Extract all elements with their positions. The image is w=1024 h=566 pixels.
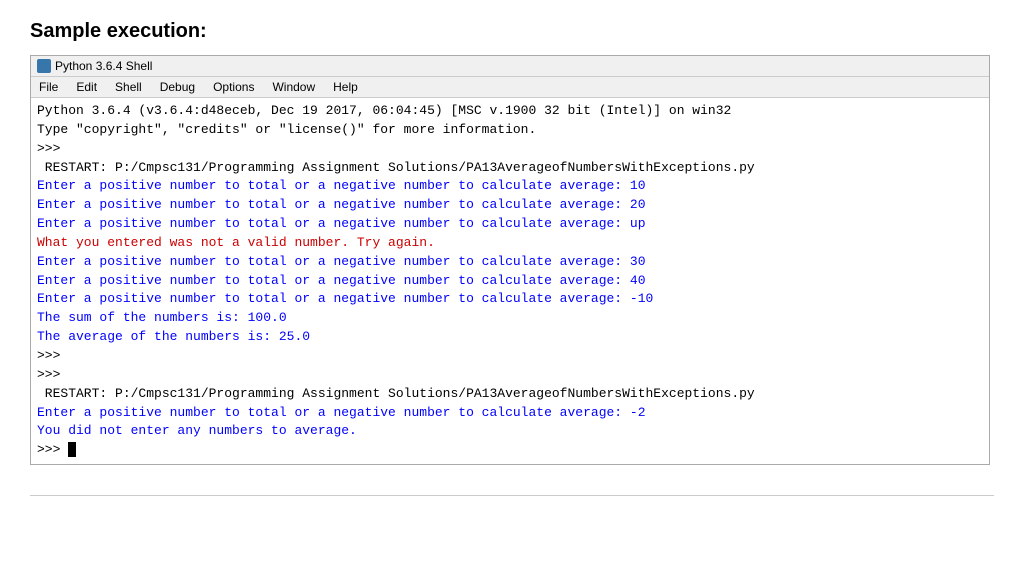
menu-help[interactable]: Help (331, 79, 360, 95)
shell-line: >>> (37, 347, 983, 366)
shell-content[interactable]: Python 3.6.4 (v3.6.4:d48eceb, Dec 19 201… (31, 98, 989, 464)
shell-line: RESTART: P:/Cmpsc131/Programming Assignm… (37, 159, 983, 178)
shell-line: The average of the numbers is: 25.0 (37, 328, 983, 347)
shell-line: The sum of the numbers is: 100.0 (37, 309, 983, 328)
menu-file[interactable]: File (37, 79, 60, 95)
menu-options[interactable]: Options (211, 79, 256, 95)
shell-window: Python 3.6.4 Shell File Edit Shell Debug… (30, 55, 990, 465)
section-heading: Sample execution: (30, 20, 994, 43)
bottom-divider (30, 495, 994, 496)
shell-line: >>> (37, 140, 983, 159)
menu-debug[interactable]: Debug (158, 79, 197, 95)
shell-line: Type "copyright", "credits" or "license(… (37, 121, 983, 140)
shell-line: What you entered was not a valid number.… (37, 234, 983, 253)
shell-line: Enter a positive number to total or a ne… (37, 196, 983, 215)
title-bar-label: Python 3.6.4 Shell (55, 59, 152, 73)
shell-line: >>> (37, 441, 983, 460)
shell-line: Enter a positive number to total or a ne… (37, 272, 983, 291)
shell-line: Enter a positive number to total or a ne… (37, 253, 983, 272)
python-icon (37, 59, 51, 73)
menu-shell[interactable]: Shell (113, 79, 144, 95)
menu-bar: File Edit Shell Debug Options Window Hel… (31, 77, 989, 98)
shell-line: Python 3.6.4 (v3.6.4:d48eceb, Dec 19 201… (37, 102, 983, 121)
shell-line: Enter a positive number to total or a ne… (37, 290, 983, 309)
title-bar: Python 3.6.4 Shell (31, 56, 989, 77)
shell-line: You did not enter any numbers to average… (37, 422, 983, 441)
menu-window[interactable]: Window (270, 79, 317, 95)
shell-line: >>> (37, 366, 983, 385)
shell-line: Enter a positive number to total or a ne… (37, 215, 983, 234)
menu-edit[interactable]: Edit (74, 79, 99, 95)
shell-line: Enter a positive number to total or a ne… (37, 177, 983, 196)
shell-line: RESTART: P:/Cmpsc131/Programming Assignm… (37, 385, 983, 404)
shell-line: Enter a positive number to total or a ne… (37, 404, 983, 423)
